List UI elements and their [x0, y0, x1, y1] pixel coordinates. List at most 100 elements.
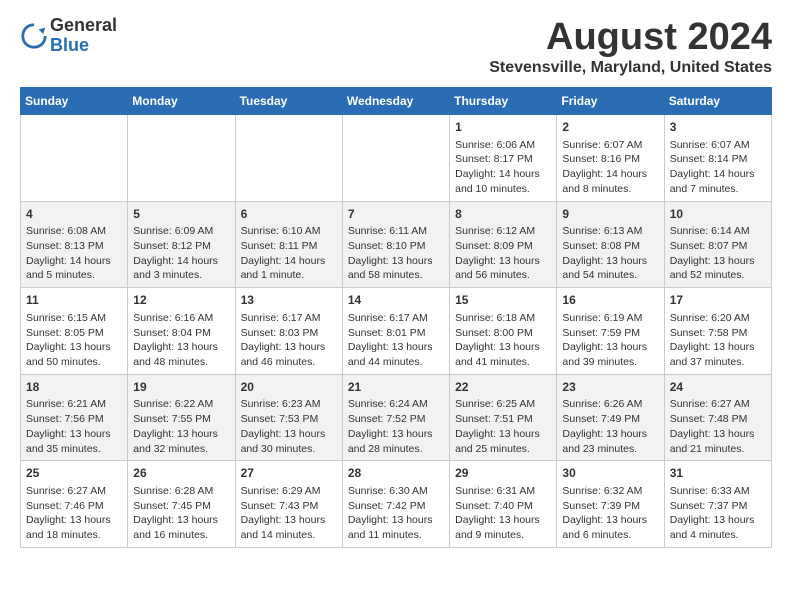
day-number: 6 [241, 206, 337, 223]
calendar-table: Sunday Monday Tuesday Wednesday Thursday… [20, 87, 772, 548]
day-info: Sunrise: 6:21 AM Sunset: 7:56 PM Dayligh… [26, 397, 122, 456]
calendar-cell: 9Sunrise: 6:13 AM Sunset: 8:08 PM Daylig… [557, 201, 664, 288]
day-number: 14 [348, 292, 444, 309]
calendar-cell: 30 Sunrise: 6:32 AM Sunset: 7:39 PM Dayli… [557, 461, 664, 548]
calendar-cell: 15 Sunrise: 6:18 AM Sunset: 8:00 PM Dayli… [450, 288, 557, 375]
header-thursday: Thursday [450, 88, 557, 115]
week-row-5: 25Sunrise: 6:27 AM Sunset: 7:46 PM Dayli… [21, 461, 772, 548]
day-info: Sunrise: 6:06 AM Sunset: 8:17 PM Dayligh… [455, 138, 551, 197]
calendar-cell: 17Sunrise: 6:20 AM Sunset: 7:58 PM Dayli… [664, 288, 771, 375]
calendar-body: 1 Sunrise: 6:06 AM Sunset: 8:17 PM Daylig… [21, 115, 772, 548]
logo-icon [20, 22, 48, 50]
day-number: 26 [133, 465, 229, 482]
day-number: 5 [133, 206, 229, 223]
calendar-cell [128, 115, 235, 202]
day-info: Sunrise: 6:19 AM Sunset: 7:59 PM Dayligh… [562, 311, 658, 370]
calendar-cell: 21Sunrise: 6:24 AM Sunset: 7:52 PM Dayli… [342, 374, 449, 461]
calendar-cell: 31 Sunrise: 6:33 AM Sunset: 7:37 PM Dayli… [664, 461, 771, 548]
day-info: Sunrise: 6:24 AM Sunset: 7:52 PM Dayligh… [348, 397, 444, 456]
calendar-header: Sunday Monday Tuesday Wednesday Thursday… [21, 88, 772, 115]
calendar-cell: 29 Sunrise: 6:31 AM Sunset: 7:40 PM Dayli… [450, 461, 557, 548]
day-number: 15 [455, 292, 551, 309]
day-number: 13 [241, 292, 337, 309]
day-info: Sunrise: 6:18 AM Sunset: 8:00 PM Dayligh… [455, 311, 551, 370]
header-saturday: Saturday [664, 88, 771, 115]
day-number: 21 [348, 379, 444, 396]
calendar-cell: 25Sunrise: 6:27 AM Sunset: 7:46 PM Dayli… [21, 461, 128, 548]
day-info: Sunrise: 6:31 AM Sunset: 7:40 PM Dayligh… [455, 484, 551, 543]
calendar-cell: 1 Sunrise: 6:06 AM Sunset: 8:17 PM Daylig… [450, 115, 557, 202]
day-number: 8 [455, 206, 551, 223]
header-row: Sunday Monday Tuesday Wednesday Thursday… [21, 88, 772, 115]
day-info: Sunrise: 6:07 AM Sunset: 8:14 PM Dayligh… [670, 138, 766, 197]
week-row-2: 4Sunrise: 6:08 AM Sunset: 8:13 PM Daylig… [21, 201, 772, 288]
day-info: Sunrise: 6:17 AM Sunset: 8:01 PM Dayligh… [348, 311, 444, 370]
day-info: Sunrise: 6:10 AM Sunset: 8:11 PM Dayligh… [241, 224, 337, 283]
day-info: Sunrise: 6:12 AM Sunset: 8:09 PM Dayligh… [455, 224, 551, 283]
logo-blue-text: Blue [50, 35, 89, 55]
day-info: Sunrise: 6:11 AM Sunset: 8:10 PM Dayligh… [348, 224, 444, 283]
day-number: 4 [26, 206, 122, 223]
week-row-4: 18Sunrise: 6:21 AM Sunset: 7:56 PM Dayli… [21, 374, 772, 461]
day-info: Sunrise: 6:25 AM Sunset: 7:51 PM Dayligh… [455, 397, 551, 456]
day-info: Sunrise: 6:28 AM Sunset: 7:45 PM Dayligh… [133, 484, 229, 543]
day-info: Sunrise: 6:17 AM Sunset: 8:03 PM Dayligh… [241, 311, 337, 370]
day-number: 2 [562, 119, 658, 136]
day-number: 16 [562, 292, 658, 309]
calendar-cell: 28Sunrise: 6:30 AM Sunset: 7:42 PM Dayli… [342, 461, 449, 548]
calendar-cell: 20Sunrise: 6:23 AM Sunset: 7:53 PM Dayli… [235, 374, 342, 461]
day-info: Sunrise: 6:15 AM Sunset: 8:05 PM Dayligh… [26, 311, 122, 370]
calendar-cell: 14 Sunrise: 6:17 AM Sunset: 8:01 PM Dayli… [342, 288, 449, 375]
calendar-cell: 23Sunrise: 6:26 AM Sunset: 7:49 PM Dayli… [557, 374, 664, 461]
day-info: Sunrise: 6:26 AM Sunset: 7:49 PM Dayligh… [562, 397, 658, 456]
calendar-cell: 7Sunrise: 6:11 AM Sunset: 8:10 PM Daylig… [342, 201, 449, 288]
calendar-cell: 24Sunrise: 6:27 AM Sunset: 7:48 PM Dayli… [664, 374, 771, 461]
calendar-cell [21, 115, 128, 202]
calendar-cell: 18Sunrise: 6:21 AM Sunset: 7:56 PM Dayli… [21, 374, 128, 461]
day-info: Sunrise: 6:33 AM Sunset: 7:37 PM Dayligh… [670, 484, 766, 543]
day-info: Sunrise: 6:20 AM Sunset: 7:58 PM Dayligh… [670, 311, 766, 370]
day-info: Sunrise: 6:32 AM Sunset: 7:39 PM Dayligh… [562, 484, 658, 543]
day-info: Sunrise: 6:13 AM Sunset: 8:08 PM Dayligh… [562, 224, 658, 283]
day-number: 11 [26, 292, 122, 309]
day-number: 29 [455, 465, 551, 482]
day-info: Sunrise: 6:27 AM Sunset: 7:48 PM Dayligh… [670, 397, 766, 456]
header-tuesday: Tuesday [235, 88, 342, 115]
day-number: 30 [562, 465, 658, 482]
day-number: 7 [348, 206, 444, 223]
day-number: 18 [26, 379, 122, 396]
day-info: Sunrise: 6:23 AM Sunset: 7:53 PM Dayligh… [241, 397, 337, 456]
day-info: Sunrise: 6:27 AM Sunset: 7:46 PM Dayligh… [26, 484, 122, 543]
calendar-cell: 22Sunrise: 6:25 AM Sunset: 7:51 PM Dayli… [450, 374, 557, 461]
day-number: 1 [455, 119, 551, 136]
calendar-cell: 4Sunrise: 6:08 AM Sunset: 8:13 PM Daylig… [21, 201, 128, 288]
calendar-cell: 6Sunrise: 6:10 AM Sunset: 8:11 PM Daylig… [235, 201, 342, 288]
day-info: Sunrise: 6:30 AM Sunset: 7:42 PM Dayligh… [348, 484, 444, 543]
logo-general-text: General [50, 15, 117, 35]
day-info: Sunrise: 6:16 AM Sunset: 8:04 PM Dayligh… [133, 311, 229, 370]
calendar-cell: 26 Sunrise: 6:28 AM Sunset: 7:45 PM Dayli… [128, 461, 235, 548]
day-number: 24 [670, 379, 766, 396]
day-number: 31 [670, 465, 766, 482]
day-number: 20 [241, 379, 337, 396]
day-number: 22 [455, 379, 551, 396]
header-sunday: Sunday [21, 88, 128, 115]
day-info: Sunrise: 6:29 AM Sunset: 7:43 PM Dayligh… [241, 484, 337, 543]
calendar-cell: 13 Sunrise: 6:17 AM Sunset: 8:03 PM Dayli… [235, 288, 342, 375]
header: General Blue August 2024 Stevensville, M… [20, 16, 772, 77]
calendar-cell: 19Sunrise: 6:22 AM Sunset: 7:55 PM Dayli… [128, 374, 235, 461]
day-info: Sunrise: 6:07 AM Sunset: 8:16 PM Dayligh… [562, 138, 658, 197]
subtitle: Stevensville, Maryland, United States [489, 59, 772, 77]
logo: General Blue [20, 16, 117, 56]
day-number: 3 [670, 119, 766, 136]
calendar-cell: 11 Sunrise: 6:15 AM Sunset: 8:05 PM Dayli… [21, 288, 128, 375]
day-number: 12 [133, 292, 229, 309]
calendar-cell: 8Sunrise: 6:12 AM Sunset: 8:09 PM Daylig… [450, 201, 557, 288]
day-info: Sunrise: 6:14 AM Sunset: 8:07 PM Dayligh… [670, 224, 766, 283]
day-number: 27 [241, 465, 337, 482]
header-friday: Friday [557, 88, 664, 115]
calendar-cell: 16 Sunrise: 6:19 AM Sunset: 7:59 PM Dayli… [557, 288, 664, 375]
week-row-3: 11 Sunrise: 6:15 AM Sunset: 8:05 PM Dayli… [21, 288, 772, 375]
day-info: Sunrise: 6:22 AM Sunset: 7:55 PM Dayligh… [133, 397, 229, 456]
header-monday: Monday [128, 88, 235, 115]
